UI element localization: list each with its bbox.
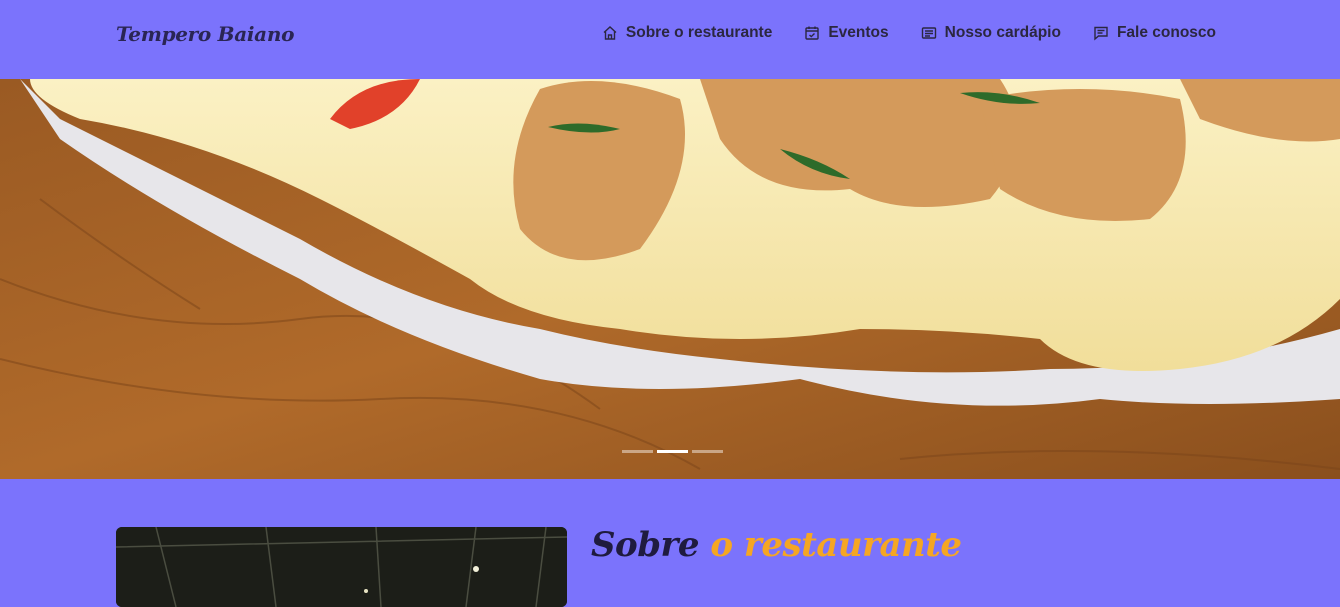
menu-card-icon	[921, 27, 936, 39]
nav-item-label: Sobre o restaurante	[625, 24, 773, 41]
nav-item-eventos[interactable]: Eventos	[804, 24, 889, 42]
hero-image	[0, 79, 1340, 479]
home-icon	[603, 26, 617, 40]
about-section: Sobre o restaurante	[0, 479, 1340, 607]
nav-item-contato[interactable]: Fale conosco	[1093, 24, 1216, 42]
nav-item-cardapio[interactable]: Nosso cardápio	[921, 24, 1061, 42]
carousel-indicators	[622, 450, 723, 453]
about-title-part2: o restaurante	[710, 525, 962, 565]
carousel-indicator-active[interactable]	[657, 450, 688, 453]
about-title: Sobre o restaurante	[591, 525, 962, 565]
carousel-indicator[interactable]	[692, 450, 723, 453]
site-header: Tempero Baiano Sobre o restaurante Event…	[0, 0, 1340, 79]
nav-item-sobre[interactable]: Sobre o restaurante	[602, 24, 772, 42]
restaurant-interior-image	[116, 527, 567, 607]
nav-item-label: Eventos	[828, 24, 889, 41]
hero-carousel[interactable]	[0, 79, 1340, 479]
nav-item-label: Nosso cardápio	[944, 24, 1061, 41]
main-nav: Sobre o restaurante Eventos Nosso cardáp…	[602, 24, 1216, 42]
calendar-check-icon	[805, 26, 820, 40]
brand-logo[interactable]: Tempero Baiano	[116, 22, 294, 46]
about-title-part1: Sobre	[591, 525, 700, 565]
nav-item-label: Fale conosco	[1116, 24, 1216, 41]
carousel-indicator[interactable]	[622, 450, 653, 453]
chat-icon	[1094, 26, 1108, 41]
